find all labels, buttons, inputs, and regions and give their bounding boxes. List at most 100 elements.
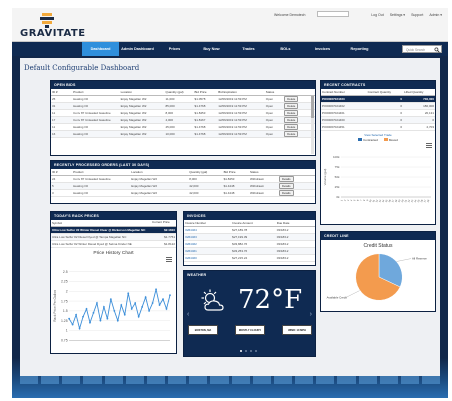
table-cell: PO00067024451 [321,123,367,131]
delete-button[interactable]: Delete [284,116,299,122]
search-icon[interactable] [434,47,440,53]
table-cell: 3 [51,189,73,197]
table-cell: IGB4463 [184,233,232,241]
carousel-dot[interactable] [245,350,247,352]
table-cell: Details [278,182,315,190]
table-row[interactable]: PO00067024463 0 730,000 [321,95,435,103]
table-cell: Open [264,109,284,117]
carousel-dot[interactable] [240,350,242,352]
tab-reporting[interactable]: Reporting [341,42,378,56]
carousel-dot[interactable] [250,350,252,352]
table-cell: Withdrawn [248,189,278,197]
table-row[interactable]: PO00067024451 0 2,703 [321,123,435,131]
table-cell: 11 [51,109,73,117]
table-row[interactable]: IGB4463 $27,199.39 03/18/12 [184,233,315,241]
table-row[interactable]: 16 Heating Oil Enjay Magellan W2 10,000 $1.4… [51,130,315,138]
table-row[interactable]: 25 Heating Oil Enjay Magellan W2 11,000 $1.0… [51,95,315,103]
y-tick-label: 1.25 [61,319,68,323]
table-row[interactable]: 3 Heating Oil Enjay Magellan W2 42,000 $1.44… [51,189,315,197]
location-button[interactable]: BOSTON, MA [188,325,218,335]
table-row[interactable]: IGB4461 $33,253.76 03/18/12 [184,247,315,255]
rack-prices-panel: TODAY'S RACK PRICES Symbol Current Price… [50,211,177,354]
table-cell: 8,000 [164,109,194,117]
tab-prices[interactable]: Prices [156,42,193,56]
price-point [134,302,137,304]
table-row[interactable]: 31 Heating Oil Enjay Magellan W2 85,000 $1.4… [51,102,315,110]
table-cell: PO00067024460 [321,116,367,124]
details-button[interactable]: Details [279,189,294,195]
conditions-button[interactable]: MOSTLY CLOUDY [235,325,265,335]
table-cell: Enjay Magellan W2 [119,109,165,117]
tab-dashboard[interactable]: Dashboard [82,42,119,56]
table-cell: 12/06/2019 11:59 PM [217,130,265,138]
weather-prev-arrow[interactable]: ‹ [187,311,189,318]
table-row[interactable]: IGB4464 $27,189.78 03/18/12 [184,226,315,234]
price-point [120,304,123,306]
support-link[interactable]: Support [411,13,423,17]
details-button[interactable]: Details [279,182,294,188]
view-selected-trade-link[interactable]: View Selected Trade [321,133,435,137]
legend-item[interactable]: Contracted [358,138,378,142]
delete-button[interactable]: Delete [284,95,299,101]
log-out-link[interactable]: Log Out [371,13,383,17]
price-point [68,317,71,320]
table-cell: Enjay Magellan W2 [130,175,189,183]
table-cell: 8,000 [188,175,223,183]
hamburger-menu-icon[interactable] [166,257,172,262]
table-row[interactable]: Ultra Low Sulfur #2 Winter Diesel Dyed @… [51,240,176,248]
tab-trades[interactable]: Trades [230,42,267,56]
table-cell: Ultra Low Sulfur #2 Winter Diesel Dyed @… [51,240,151,248]
y-tick-label: 50k [335,175,340,179]
table-cell: Enjay Magellan W2 [119,123,165,131]
carousel-dot[interactable] [255,350,257,352]
table-row[interactable]: Ultra Low Sulfur #2 Winter Diesel Clear … [51,226,176,234]
table-row[interactable]: 17 Conv 87 Unleaded Gasoline Enjay Magella… [51,116,315,124]
table-cell: 10,000 [164,130,194,138]
weather-next-arrow[interactable]: › [310,311,312,318]
table-row[interactable]: 11 Conv 87 Unleaded Gasoline Enjay Magella… [51,109,315,117]
delete-button[interactable]: Delete [284,102,299,108]
recent-orders-title: RECENTLY PROCESSED ORDERS (LAST 30 DAYS) [51,161,315,169]
legend-item[interactable]: Moved [383,138,398,142]
price-history-chart-title: Price History Chart [93,250,134,256]
wind-button[interactable]: WIND: 10 MPH [282,325,312,335]
recent-contracts-title: RECENT CONTRACTS [321,81,435,89]
table-cell: 2,703 [403,123,435,131]
table-row[interactable]: Ultra Low Sulfur #2 Diesel Dyed @ Tampa … [51,233,176,241]
table-row[interactable]: IGB4462 $33,882.76 03/18/12 [184,240,315,248]
price-point [162,298,164,301]
price-point [158,304,161,306]
table-row[interactable]: 24 Conv 87 Unleaded Gasoline Enjay Magella… [51,175,315,183]
tab-invoices[interactable]: Invoices [304,42,341,56]
temperature-display: 72°F [238,285,303,315]
price-point [102,306,105,308]
table-cell: 12/06/2019 11:59 PM [217,109,265,117]
tab-buy-now[interactable]: Buy Now [193,42,230,56]
table-cell: PO00067024463 [321,95,367,103]
delete-button[interactable]: Delete [284,123,299,129]
table-row[interactable]: PO00067024461 0 20,131 [321,109,435,117]
tab-bols[interactable]: BOLs [267,42,304,56]
details-button[interactable]: Details [279,175,294,181]
price-point [92,311,95,314]
delete-button[interactable]: Delete [284,109,299,115]
y-tick-label: 2.5 [63,270,68,274]
y-tick-label: 1 [66,329,68,333]
table-row[interactable]: PO00067024462 0 180,000 [321,102,435,110]
table-cell: 12/06/2019 11:59 PM [217,116,265,124]
settings-menu[interactable]: Settings ▾ [390,13,405,17]
table-row[interactable]: PO00067024460 0 0 [321,116,435,124]
delete-button[interactable]: Delete [284,130,299,136]
table-cell: 03/18/12 [275,247,315,255]
price-point [109,298,112,301]
open-bids-scrollbar[interactable] [311,96,314,154]
table-row[interactable]: 5 Heating Oil Enjay Magellan W2 42,000 $1.44… [51,182,315,190]
email-field[interactable] [317,11,349,17]
table-row[interactable]: 11 Heating Oil Enjay Magellan W2 45,000 $1.4… [51,123,315,131]
quick-search-input[interactable]: Quick Search [402,45,442,53]
admin-menu[interactable]: Admin ▾ [429,13,442,17]
tab-admin-dashboard[interactable]: Admin Dashboard [119,42,156,56]
hamburger-menu-icon[interactable] [426,143,432,148]
table-row[interactable]: IGB4460 $27,215.24 03/18/12 [184,254,315,262]
table-cell: 25 [51,95,73,103]
